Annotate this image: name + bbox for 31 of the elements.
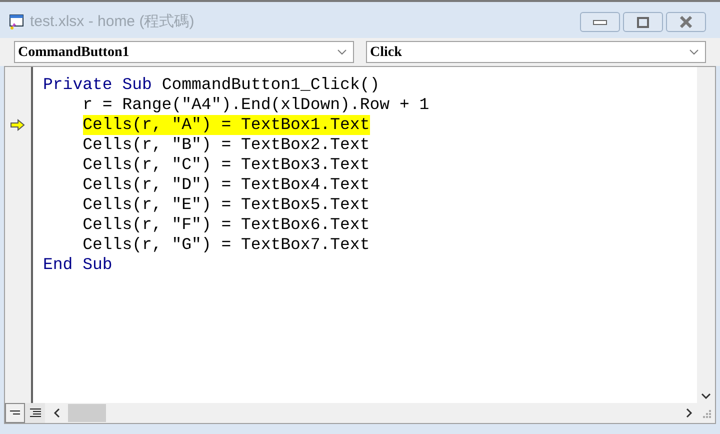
minimize-icon [593, 20, 607, 24]
scrollbar-thumb[interactable] [68, 404, 106, 422]
procedure-view-button[interactable] [5, 403, 25, 423]
chevron-left-icon[interactable] [53, 408, 60, 418]
resize-grip-icon [701, 408, 711, 418]
chevron-down-icon [701, 393, 711, 399]
maximize-icon [637, 16, 649, 28]
minimize-button[interactable] [580, 12, 620, 32]
lines-icon [30, 408, 40, 418]
chevron-down-icon [337, 49, 347, 55]
code-window-icon [8, 14, 24, 30]
chevron-down-icon [689, 49, 699, 55]
window-title: test.xlsx - home (程式碼) [30, 12, 194, 32]
code-line: Cells(r, "E") = TextBox5.Text [82, 195, 370, 215]
vertical-scrollbar[interactable] [697, 67, 715, 403]
lines-icon [10, 410, 20, 416]
code-line: r = Range("A4").End(xlDown).Row + 1 [82, 95, 430, 115]
full-module-view-button[interactable] [25, 403, 45, 423]
close-icon [679, 16, 693, 28]
maximize-button[interactable] [623, 12, 663, 32]
object-dropdown[interactable]: CommandButton1 [14, 41, 354, 63]
code-line: Cells(r, "D") = TextBox4.Text [82, 175, 370, 195]
code-line: Cells(r, "F") = TextBox6.Text [82, 215, 370, 235]
code-line: End Sub [43, 255, 112, 275]
code-line: Cells(r, "B") = TextBox2.Text [82, 135, 370, 155]
code-line: Cells(r, "C") = TextBox3.Text [82, 155, 370, 175]
close-button[interactable] [666, 12, 706, 32]
code-line: Cells(r, "G") = TextBox7.Text [82, 235, 370, 255]
code-line: Private Sub CommandButton1_Click() [43, 75, 380, 95]
chevron-right-icon[interactable] [686, 408, 693, 418]
procedure-dropdown[interactable]: Click [366, 41, 706, 63]
